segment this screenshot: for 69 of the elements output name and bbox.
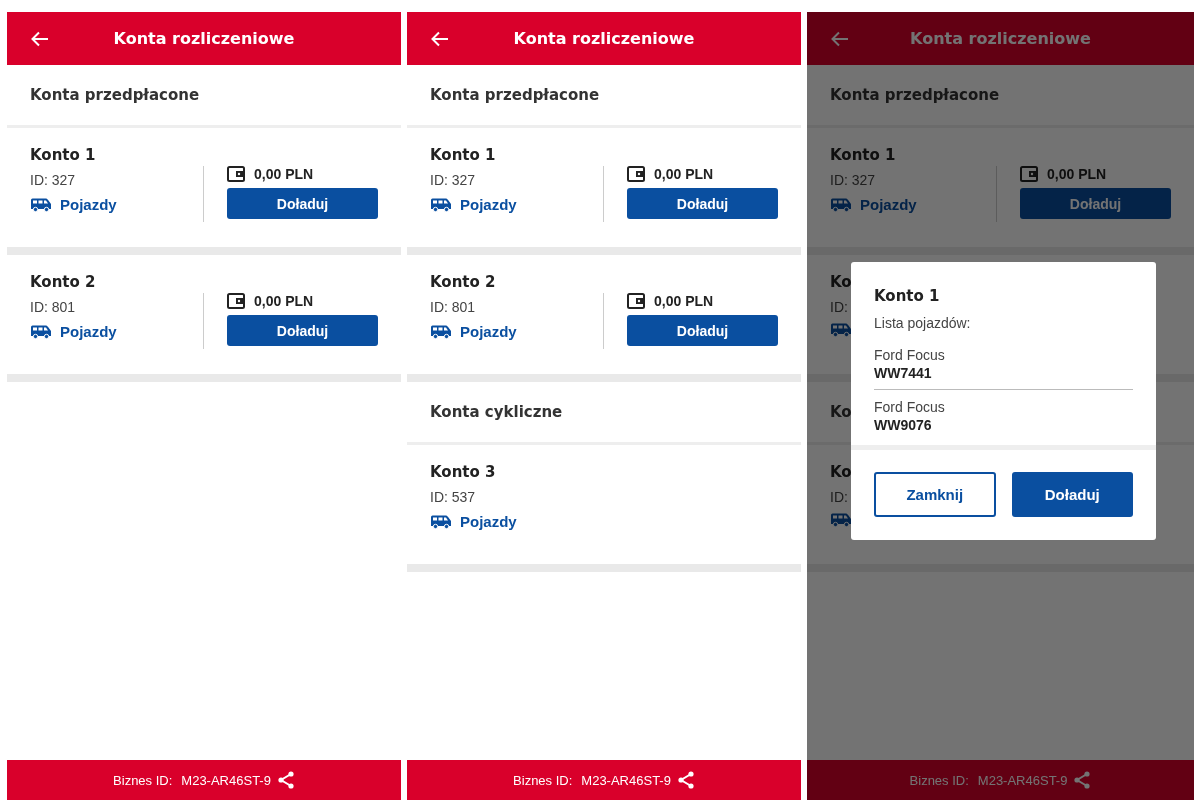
account-id: ID: 327 (430, 172, 476, 188)
vehicles-link[interactable]: Pojazdy (60, 196, 117, 213)
vehicles-link[interactable]: Pojazdy (460, 323, 517, 340)
vehicle-model: Ford Focus (874, 399, 946, 415)
van-icon (30, 197, 52, 212)
vehicle-model: Ford Focus (874, 347, 946, 363)
top-up-button[interactable]: Doładuj (227, 315, 378, 346)
header-title: Konta rozliczeniowe (113, 29, 295, 48)
back-arrow-icon[interactable] (31, 30, 49, 47)
van-icon (830, 197, 852, 212)
business-id-label: Biznes ID: (909, 772, 969, 788)
van-icon (430, 197, 452, 212)
account-id: ID: 801 (430, 299, 476, 315)
account-id: ID: 327 (830, 172, 876, 188)
section-title: Ko (830, 403, 852, 421)
business-id-value: M23-AR46ST-9 (581, 772, 671, 788)
account-balance: 0,00 PLN (1047, 166, 1107, 182)
header-title: Konta rozliczeniowe (910, 29, 1091, 48)
top-up-button[interactable]: Doładuj (1011, 472, 1133, 517)
back-arrow-icon[interactable] (831, 30, 849, 47)
account-name: Ko (830, 463, 852, 481)
wallet-icon (227, 166, 245, 182)
account-id: ID: (830, 299, 848, 315)
dialog-subtitle: Lista pojazdów: (874, 315, 972, 331)
top-up-button[interactable]: Doładuj (627, 188, 778, 219)
account-name: Konto 1 (430, 146, 496, 164)
account-balance: 0,00 PLN (254, 166, 314, 182)
section-title: Konta cykliczne (430, 403, 563, 421)
section-title: Konta przedpłacone (430, 86, 600, 104)
business-id-value: M23-AR46ST-9 (181, 772, 271, 788)
account-id: ID: 327 (30, 172, 76, 188)
header-title: Konta rozliczeniowe (513, 29, 695, 48)
vehicle-plate: WW7441 (874, 365, 933, 381)
account-name: Konto 1 (830, 146, 896, 164)
account-name: Konto 2 (30, 273, 96, 291)
vehicles-link[interactable]: Pojazdy (460, 513, 517, 530)
dialog-title: Konto 1 (874, 287, 941, 305)
top-up-button[interactable]: Doładuj (227, 188, 378, 219)
section-title: Konta przedpłacone (30, 86, 200, 104)
vehicles-link[interactable]: Pojazdy (460, 196, 517, 213)
business-id-value: M23-AR46ST-9 (977, 772, 1068, 788)
back-arrow-icon[interactable] (431, 30, 449, 47)
share-icon[interactable] (1073, 771, 1092, 789)
business-id-label: Biznes ID: (513, 772, 573, 788)
van-icon (430, 324, 452, 339)
account-name: Konto 2 (430, 273, 496, 291)
wallet-icon (1020, 166, 1038, 182)
account-balance: 0,00 PLN (254, 293, 314, 309)
close-button[interactable]: Zamknij (874, 472, 996, 517)
account-id: ID: 801 (30, 299, 76, 315)
vehicles-link[interactable]: Pojazdy (60, 323, 117, 340)
account-balance: 0,00 PLN (654, 293, 714, 309)
account-name: Konto 3 (430, 463, 496, 481)
section-title: Konta przedpłacone (830, 86, 1000, 104)
top-up-button[interactable]: Doładuj (627, 315, 778, 346)
account-name: Ko (830, 273, 852, 291)
wallet-icon (627, 293, 645, 309)
share-icon[interactable] (276, 771, 295, 789)
account-id: ID: 537 (430, 489, 476, 505)
share-icon[interactable] (676, 771, 695, 789)
account-name: Konto 1 (30, 146, 96, 164)
account-balance: 0,00 PLN (654, 166, 714, 182)
van-icon (430, 514, 452, 529)
business-id-label: Biznes ID: (113, 772, 173, 788)
account-id: ID: (830, 489, 848, 505)
van-icon (30, 324, 52, 339)
wallet-icon (627, 166, 645, 182)
vehicle-plate: WW9076 (874, 417, 933, 433)
wallet-icon (227, 293, 245, 309)
